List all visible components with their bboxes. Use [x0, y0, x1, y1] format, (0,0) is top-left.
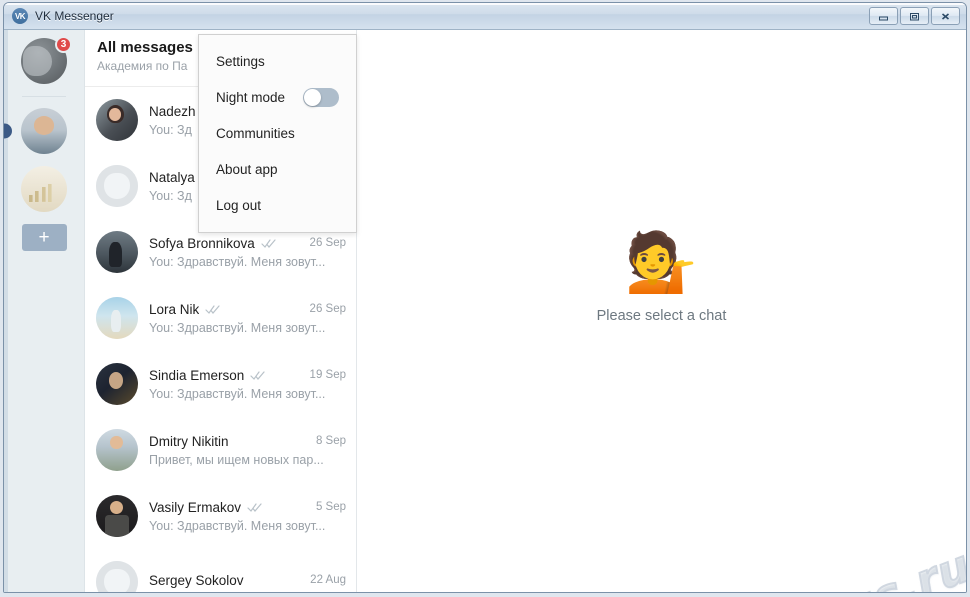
menu-item-label: About app	[216, 161, 278, 177]
avatar-art	[96, 99, 138, 141]
chat-item-body: Sofya Bronnikova 26 Sep You: Здравствуй.…	[149, 236, 346, 269]
messages-filter-label: All messages	[97, 39, 193, 56]
chat-list-item[interactable]: Lora Nik 26 Sep You: Здравствуй. Меня зо…	[85, 285, 356, 351]
avatar	[96, 363, 138, 405]
chat-date: 26 Sep	[309, 237, 346, 249]
unread-badge: 3	[55, 36, 72, 53]
window-title: VK Messenger	[35, 9, 114, 23]
chat-name: Nadezh	[149, 103, 196, 119]
avatar	[96, 165, 138, 207]
read-receipt-icon	[205, 304, 220, 314]
menu-item-log-out[interactable]: Log out	[199, 187, 356, 223]
chat-item-body: Sindia Emerson 19 Sep You: Здравствуй. М…	[149, 368, 346, 401]
avatar	[96, 429, 138, 471]
chat-preview: You: Здравствуй. Меня зовут...	[149, 386, 326, 401]
chat-item-body: Sergey Sokolov 22 Aug	[149, 573, 346, 592]
empty-state: 💁 Please select a chat	[596, 230, 727, 325]
add-account-button[interactable]: +	[4, 224, 84, 251]
chat-date: 8 Sep	[315, 435, 346, 447]
rail-account-0[interactable]: 3	[4, 36, 84, 84]
active-account-indicator	[4, 123, 12, 139]
chat-name: Sofya Bronnikova	[149, 235, 255, 251]
restore-button[interactable]	[900, 7, 929, 25]
chat-item-top-line: Sofya Bronnikova 26 Sep	[149, 236, 346, 251]
chat-name: Vasily Ermakov	[149, 499, 242, 515]
avatar	[96, 231, 138, 273]
empty-state-text: Please select a chat	[596, 308, 727, 324]
minimize-button[interactable]	[869, 7, 898, 25]
close-button[interactable]	[931, 7, 960, 25]
avatar	[96, 297, 138, 339]
chat-name: Dmitry Nikitin	[149, 433, 229, 449]
avatar-art	[96, 165, 138, 207]
avatar-art	[96, 561, 138, 592]
avatar	[21, 166, 67, 212]
rail-account-2[interactable]	[4, 166, 84, 212]
night-mode-toggle[interactable]	[303, 87, 339, 107]
chat-item-top-line: Vasily Ermakov 5 Sep	[149, 500, 346, 515]
read-receipt-icon	[250, 370, 265, 380]
window-controls	[869, 7, 960, 25]
menu-item-label: Night mode	[216, 89, 286, 105]
chat-date: 19 Sep	[309, 369, 346, 381]
chat-date: 22 Aug	[310, 574, 346, 586]
avatar	[21, 108, 67, 154]
vk-messenger-screenshot: VK VK Messenger 3 + All messages Академи…	[0, 0, 970, 597]
chat-preview: You: Здравствуй. Меня зовут...	[149, 518, 326, 533]
avatar-art	[96, 429, 138, 471]
rail-divider	[22, 96, 66, 97]
chat-item-body: Lora Nik 26 Sep You: Здравствуй. Меня зо…	[149, 302, 346, 335]
chat-preview: You: Здравствуй. Меня зовут...	[149, 254, 326, 269]
main-menu-dropdown: Settings Night mode Communities About ap…	[198, 34, 357, 233]
avatar-art	[21, 166, 67, 212]
avatar	[96, 99, 138, 141]
chat-item-top-line: Lora Nik 26 Sep	[149, 302, 346, 317]
chat-list-item[interactable]: Sergey Sokolov 22 Aug	[85, 549, 356, 592]
chat-list-item[interactable]: Dmitry Nikitin 8 Sep Привет, мы ищем нов…	[85, 417, 356, 483]
vk-logo-icon: VK	[12, 8, 28, 24]
avatar-art	[96, 231, 138, 273]
chat-preview: Привет, мы ищем новых пар...	[149, 452, 324, 467]
menu-item-label: Log out	[216, 197, 262, 213]
menu-item-settings[interactable]: Settings	[199, 43, 356, 79]
chat-list-item[interactable]: Sindia Emerson 19 Sep You: Здравствуй. М…	[85, 351, 356, 417]
avatar-art	[96, 363, 138, 405]
read-receipt-icon	[261, 238, 276, 248]
chat-name: Natalya	[149, 169, 195, 185]
read-receipt-icon	[247, 502, 262, 512]
watermark: OneProgs.ru	[660, 539, 966, 592]
chat-item-top-line: Sergey Sokolov 22 Aug	[149, 573, 346, 588]
chat-date: 5 Sep	[315, 501, 346, 513]
chat-date: 26 Sep	[309, 303, 346, 315]
title-bar[interactable]: VK VK Messenger	[4, 3, 966, 30]
avatar	[96, 561, 138, 592]
plus-icon: +	[21, 224, 67, 251]
toggle-knob	[304, 88, 321, 106]
chat-name: Sergey Sokolov	[149, 572, 244, 588]
chat-name: Sindia Emerson	[149, 367, 245, 383]
menu-item-label: Communities	[216, 125, 295, 141]
avatar-art	[96, 297, 138, 339]
vk-logo-text: VK	[14, 11, 26, 21]
avatar	[96, 495, 138, 537]
chat-preview: You: Здравствуй. Меня зовут...	[149, 320, 326, 335]
chat-list-item[interactable]: Vasily Ermakov 5 Sep You: Здравствуй. Ме…	[85, 483, 356, 549]
chat-name: Lora Nik	[149, 301, 200, 317]
chat-item-body: Dmitry Nikitin 8 Sep Привет, мы ищем нов…	[149, 434, 346, 467]
menu-item-label: Settings	[216, 53, 265, 69]
menu-item-communities[interactable]: Communities	[199, 115, 356, 151]
chat-item-body: Vasily Ermakov 5 Sep You: Здравствуй. Ме…	[149, 500, 346, 533]
menu-item-night-mode[interactable]: Night mode	[199, 79, 356, 115]
accounts-rail: 3 +	[4, 30, 85, 592]
window-body: 3 + All messages Академия по Па Nadezh Y…	[4, 30, 966, 592]
person-tipping-hand-icon: 💁	[625, 230, 698, 295]
avatar-art	[96, 495, 138, 537]
menu-item-about-app[interactable]: About app	[199, 151, 356, 187]
chat-item-top-line: Dmitry Nikitin 8 Sep	[149, 434, 346, 449]
avatar-art	[21, 108, 67, 154]
conversation-pane: 💁 Please select a chat OneProgs.ru	[357, 30, 966, 592]
chat-item-top-line: Sindia Emerson 19 Sep	[149, 368, 346, 383]
rail-account-1[interactable]	[4, 108, 84, 154]
app-window: VK VK Messenger 3 + All messages Академи…	[3, 2, 967, 593]
